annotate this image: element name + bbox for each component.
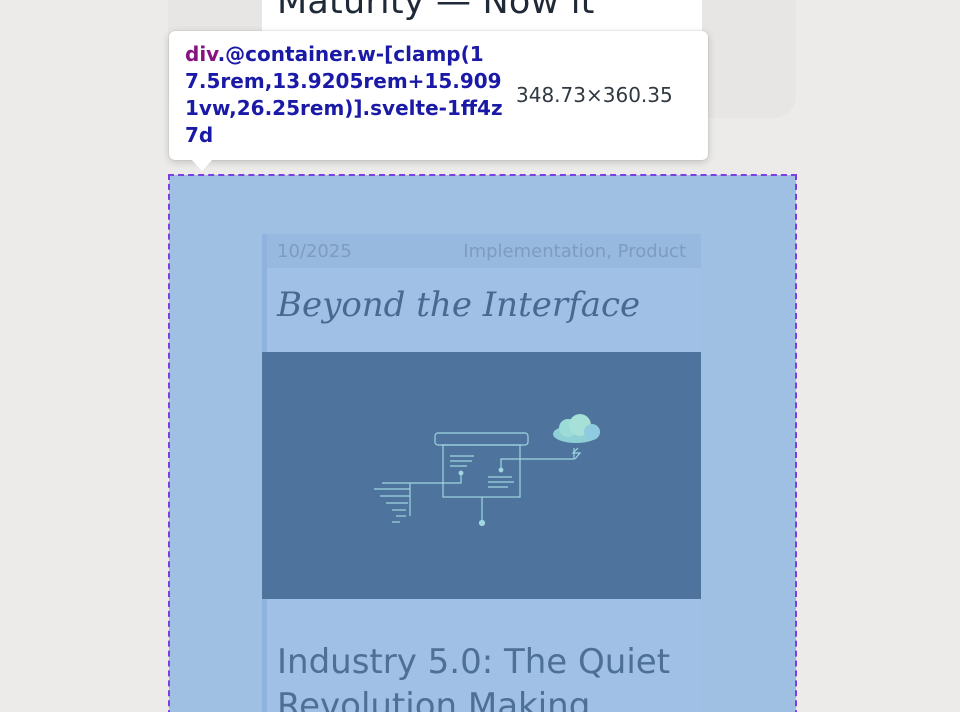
card-date: 10/2025 [277,241,352,262]
card-title[interactable]: Beyond the Interface [277,285,640,325]
previous-card-title[interactable]: Maturity — Now it [277,0,595,22]
card-illustration [262,352,701,599]
element-tag: div [185,42,218,66]
element-height: 360.35 [602,83,673,107]
times-sign: × [585,83,603,107]
element-selector-text: div.@container.w-[clamp(17.5rem,13.9205r… [185,41,503,149]
inspector-tooltip: div.@container.w-[clamp(17.5rem,13.9205r… [169,31,708,160]
card-headline[interactable]: Industry 5.0: The Quiet Revolution Makin… [277,640,697,712]
element-dimensions: 348.73×360.35 [516,83,673,107]
cloud-icon [553,414,600,443]
element-width: 348.73 [516,83,586,107]
card-tags: Implementation, Product [463,241,686,262]
whiteboard-diagram-icon [374,432,582,527]
tooltip-arrow [191,159,213,171]
element-class-list: .@container.w-[clamp(17.5rem,13.9205rem+… [185,42,503,147]
